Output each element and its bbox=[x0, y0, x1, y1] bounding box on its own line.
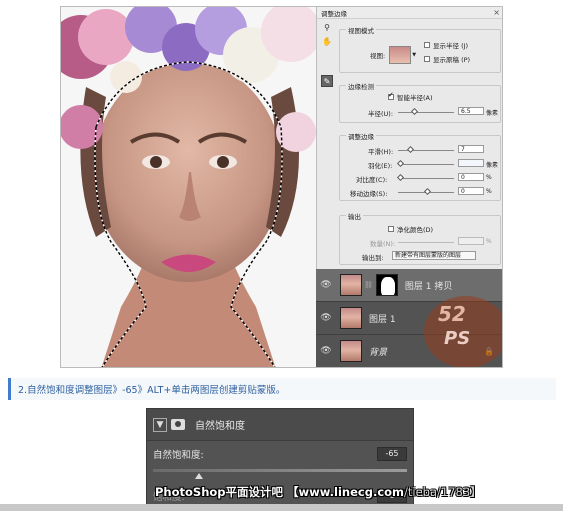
smooth-slider-knob[interactable] bbox=[406, 145, 415, 154]
site-watermark: PhotoShop平面设计吧 【www.linecg.com/tieba/178… bbox=[155, 484, 482, 500]
site-path: /tieba/1783】 bbox=[404, 485, 482, 499]
decontaminate-checkbox[interactable] bbox=[388, 226, 394, 232]
amount-unit: % bbox=[486, 238, 492, 245]
layer-mask-thumbnail[interactable] bbox=[375, 274, 398, 296]
decontaminate-label: 净化颜色(D) bbox=[397, 226, 434, 234]
view-row: 视图: ▼ bbox=[370, 46, 416, 64]
feather-slider[interactable] bbox=[396, 159, 454, 168]
contrast-input[interactable]: 0 bbox=[458, 173, 484, 181]
view-thumbnail[interactable] bbox=[389, 46, 412, 64]
chevron-down-icon[interactable]: ▼ bbox=[412, 52, 416, 58]
step-caption: 2.自然饱和度调整图层》-65》ALT+单击两图层创建剪贴蒙版。 bbox=[8, 378, 556, 400]
refine-edge-dialog: 调整边缘 × ⚲ ✋ ✎ 视图模式 视图: ▼ 显示半径 (J) 显示原稿 (P… bbox=[316, 7, 502, 269]
smart-radius-checkbox[interactable] bbox=[388, 91, 394, 100]
adjust-edge-label: 调整边缘 bbox=[346, 131, 376, 141]
shift-edge-input[interactable]: 0 bbox=[458, 187, 484, 195]
adjust-edge-group: 调整边缘 平滑(H): 7 羽化(E): 像素 对比度(C): 0 % 移动边缘… bbox=[339, 131, 501, 201]
hand-tool-icon[interactable]: ✋ bbox=[321, 35, 333, 47]
view-label: 视图: bbox=[370, 52, 386, 60]
radius-slider-knob[interactable] bbox=[410, 107, 419, 116]
radius-label: 半径(U): bbox=[368, 110, 394, 118]
shift-edge-slider-knob[interactable] bbox=[423, 187, 432, 196]
smooth-input[interactable]: 7 bbox=[458, 145, 484, 153]
layer-name[interactable]: 背景 bbox=[369, 345, 387, 358]
vibrance-label: 自然饱和度: bbox=[153, 450, 204, 461]
layer-name[interactable]: 图层 1 bbox=[369, 312, 396, 325]
show-radius-label: 显示半径 (J) bbox=[433, 42, 469, 50]
contrast-slider[interactable] bbox=[396, 173, 454, 182]
decontaminate-row[interactable]: 净化颜色(D) bbox=[388, 224, 433, 234]
panel-title: 自然饱和度 bbox=[195, 421, 245, 432]
amount-label: 数量(N): bbox=[370, 240, 396, 248]
feather-label: 羽化(E): bbox=[368, 162, 393, 170]
smooth-label: 平滑(H): bbox=[368, 148, 394, 156]
show-radius-row[interactable]: 显示半径 (J) bbox=[424, 40, 468, 50]
layer-thumbnail bbox=[340, 340, 362, 362]
feather-slider-knob[interactable] bbox=[396, 159, 405, 168]
output-to-label: 输出到: bbox=[362, 254, 384, 262]
dialog-title: 调整边缘 bbox=[321, 9, 347, 18]
shift-edge-slider[interactable] bbox=[398, 187, 454, 196]
view-mode-group: 视图模式 视图: ▼ 显示半径 (J) 显示原稿 (P) bbox=[339, 25, 501, 73]
zoom-tool-icon[interactable]: ⚲ bbox=[321, 21, 333, 33]
site-url: 【www.linecg.com bbox=[287, 485, 405, 499]
layer-thumbnail bbox=[340, 274, 362, 296]
edge-detection-group: 边缘检测 智能半径(A) 半径(U): 6.5 像素 bbox=[339, 81, 501, 123]
vibrance-icon: ▼ bbox=[153, 417, 167, 432]
mask-icon[interactable] bbox=[171, 419, 185, 430]
feather-unit: 像素 bbox=[486, 162, 499, 169]
step-caption-text: 2.自然饱和度调整图层》-65》ALT+单击两图层创建剪贴蒙版。 bbox=[18, 385, 286, 396]
link-icon: ⛓ bbox=[364, 281, 373, 289]
contrast-slider-knob[interactable] bbox=[396, 173, 405, 182]
panel-header: ▼ 自然饱和度 bbox=[147, 409, 413, 441]
feather-input[interactable] bbox=[458, 159, 484, 167]
output-label: 输出 bbox=[346, 211, 363, 221]
eye-icon[interactable]: 👁 bbox=[316, 280, 336, 290]
radius-slider[interactable] bbox=[398, 107, 454, 116]
view-mode-label: 视图模式 bbox=[346, 25, 376, 35]
eye-icon[interactable]: 👁 bbox=[316, 346, 336, 356]
layer-thumbnail bbox=[340, 307, 362, 329]
contrast-label: 对比度(C): bbox=[356, 176, 388, 184]
close-icon[interactable]: × bbox=[493, 8, 500, 17]
logo-number: 52 bbox=[438, 302, 466, 326]
portrait-photo bbox=[61, 7, 316, 367]
radius-unit: 像素 bbox=[486, 110, 499, 117]
eye-icon[interactable]: 👁 bbox=[316, 313, 336, 323]
contrast-unit: % bbox=[486, 174, 492, 181]
smart-radius-row[interactable]: 智能半径(A) bbox=[388, 91, 433, 102]
shift-edge-label: 移动边缘(S): bbox=[350, 190, 388, 198]
show-original-checkbox[interactable] bbox=[424, 56, 430, 62]
bottom-divider bbox=[0, 504, 563, 511]
portrait-image bbox=[61, 7, 316, 367]
site-brand: PhotoShop平面设计吧 bbox=[155, 485, 284, 499]
vibrance-input[interactable]: -65 bbox=[377, 447, 407, 461]
output-to-select[interactable]: 新建带有图层蒙版的图层 bbox=[392, 251, 476, 260]
show-original-label: 显示原稿 (P) bbox=[433, 56, 471, 64]
smooth-slider[interactable] bbox=[398, 145, 454, 154]
show-original-row[interactable]: 显示原稿 (P) bbox=[424, 54, 470, 64]
dialog-titlebar: 调整边缘 × bbox=[317, 7, 502, 19]
amount-input[interactable] bbox=[458, 237, 484, 245]
vibrance-slider-track[interactable] bbox=[153, 469, 407, 472]
refine-edge-screenshot: 调整边缘 × ⚲ ✋ ✎ 视图模式 视图: ▼ 显示半径 (J) 显示原稿 (P… bbox=[60, 6, 503, 368]
layer-name[interactable]: 图层 1 拷贝 bbox=[405, 279, 452, 292]
shift-edge-unit: % bbox=[486, 188, 492, 195]
vibrance-slider-knob[interactable] bbox=[195, 473, 203, 479]
output-group: 输出 净化颜色(D) 数量(N): % 输出到: 新建带有图层蒙版的图层 bbox=[339, 211, 501, 265]
show-radius-checkbox[interactable] bbox=[424, 42, 430, 48]
smart-radius-label: 智能半径(A) bbox=[397, 94, 433, 102]
radius-input[interactable]: 6.5 bbox=[458, 107, 484, 115]
logo-watermark: 52 PS bbox=[424, 296, 502, 367]
dialog-tools: ⚲ ✋ ✎ bbox=[321, 21, 335, 89]
logo-text: PS bbox=[444, 328, 471, 349]
edge-detection-label: 边缘检测 bbox=[346, 81, 376, 91]
refine-radius-brush-icon[interactable]: ✎ bbox=[321, 75, 333, 87]
output-to-value: 新建带有图层蒙版的图层 bbox=[395, 252, 462, 259]
amount-slider[interactable] bbox=[398, 242, 454, 243]
